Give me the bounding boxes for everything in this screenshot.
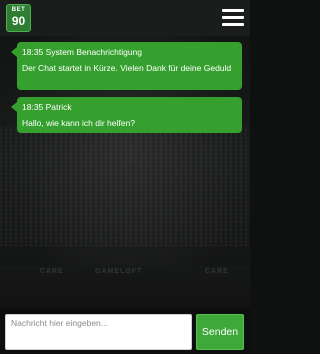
logo-text-top: BET bbox=[11, 7, 26, 13]
chat-message: 18:35 System Benachrichtigung Der Chat s… bbox=[11, 42, 242, 90]
stadium-banner-text: GAMELOFT bbox=[95, 268, 143, 275]
message-text: Der Chat startet in Kürze. Vielen Dank f… bbox=[22, 63, 232, 73]
stadium-crowd-background bbox=[0, 126, 250, 246]
message-meta: 18:35 Patrick bbox=[22, 102, 72, 112]
app-header: BET 90 bbox=[0, 0, 250, 36]
hamburger-menu-icon[interactable] bbox=[222, 9, 244, 27]
menu-bar bbox=[222, 23, 244, 26]
message-input[interactable] bbox=[5, 314, 192, 350]
send-button[interactable]: Senden bbox=[196, 314, 244, 350]
bet90-logo[interactable]: BET 90 bbox=[6, 4, 31, 32]
chat-message: 18:35 Patrick Hallo, wie kann ich dir he… bbox=[11, 97, 242, 133]
logo-text-bottom: 90 bbox=[11, 14, 26, 28]
stadium-banner-text: CARE bbox=[40, 268, 64, 275]
menu-bar bbox=[222, 9, 244, 12]
menu-bar bbox=[222, 16, 244, 19]
message-composer: Senden bbox=[0, 308, 250, 354]
stadium-banner-text: CARE bbox=[205, 268, 229, 275]
message-meta: 18:35 System Benachrichtigung bbox=[22, 47, 143, 57]
message-text: Hallo, wie kann ich dir helfen? bbox=[22, 118, 135, 128]
